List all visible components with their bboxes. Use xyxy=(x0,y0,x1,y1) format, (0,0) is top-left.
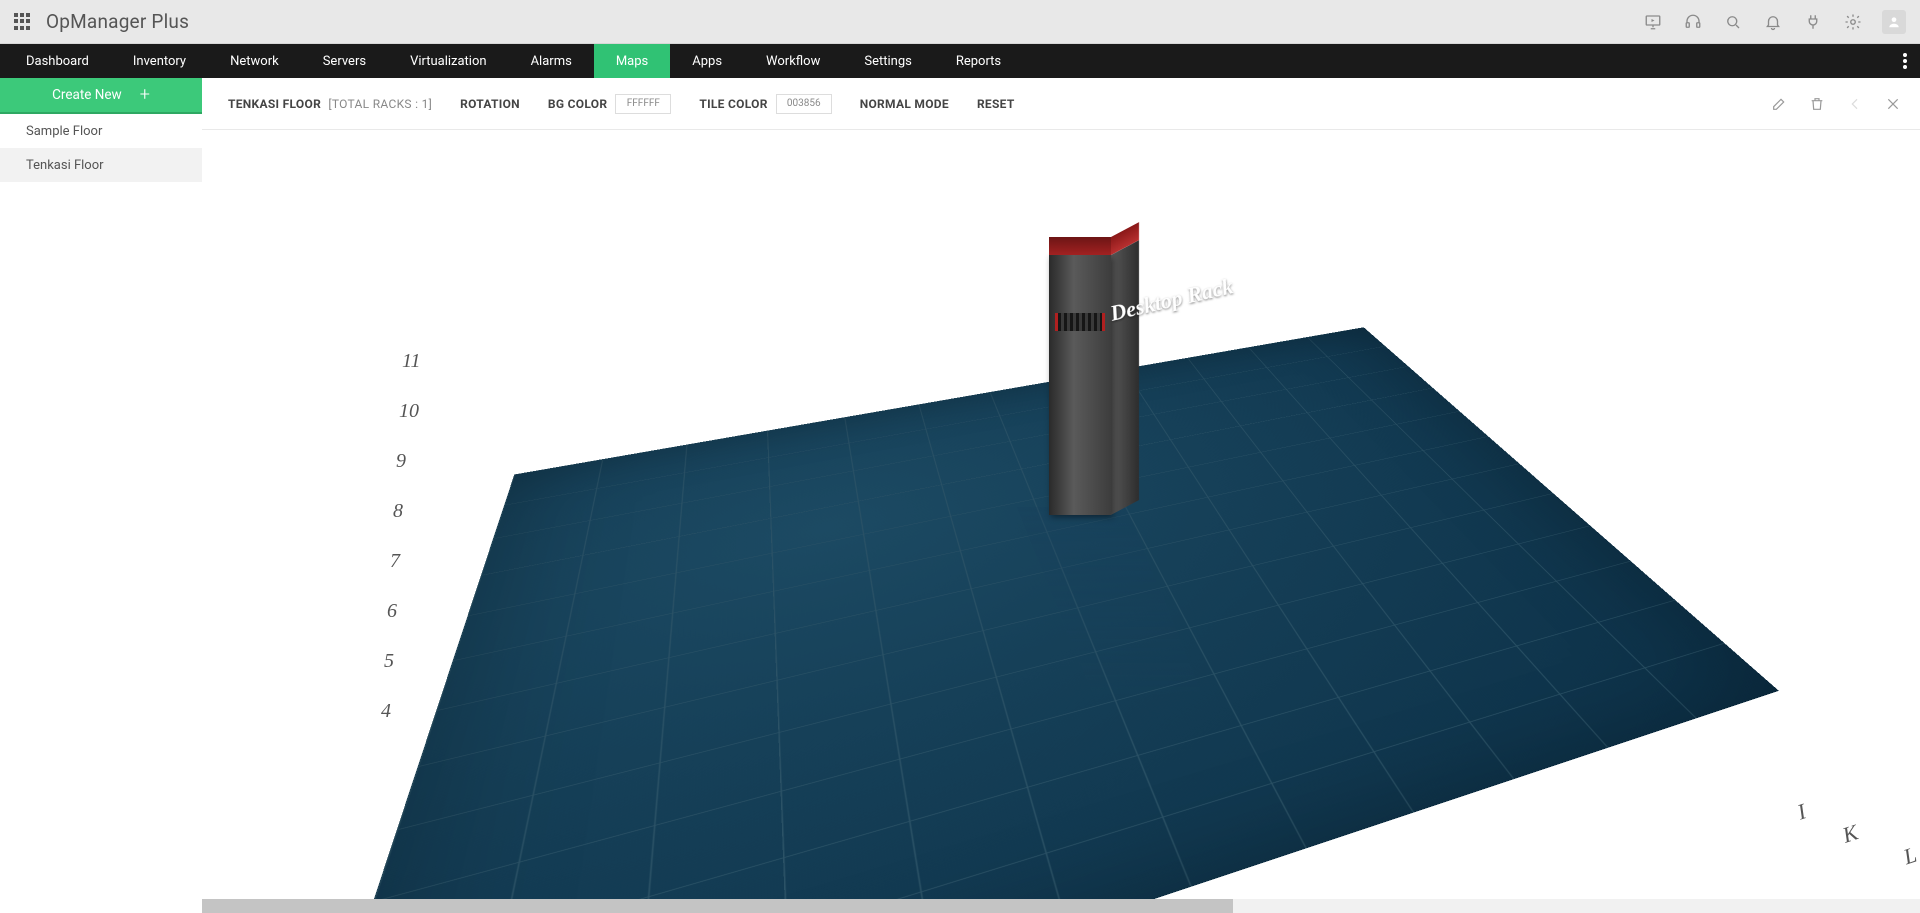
gear-icon[interactable] xyxy=(1842,11,1864,33)
presentation-icon[interactable] xyxy=(1642,11,1664,33)
rotation-button[interactable]: ROTATION xyxy=(460,97,520,111)
bell-icon[interactable] xyxy=(1762,11,1784,33)
search-icon[interactable] xyxy=(1722,11,1744,33)
nav-item-settings[interactable]: Settings xyxy=(842,44,933,78)
bg-color-label: BG COLOR xyxy=(548,97,607,111)
tile-color-label: TILE COLOR xyxy=(699,97,767,111)
nav-item-virtualization[interactable]: Virtualization xyxy=(388,44,509,78)
nav-item-network[interactable]: Network xyxy=(208,44,301,78)
edit-icon[interactable] xyxy=(1770,95,1788,113)
bg-color-input[interactable]: FFFFFF xyxy=(615,94,671,114)
sidebar-item-tenkasi-floor[interactable]: Tenkasi Floor xyxy=(0,148,202,182)
close-icon[interactable] xyxy=(1884,95,1902,113)
nav-item-workflow[interactable]: Workflow xyxy=(744,44,842,78)
nav-item-dashboard[interactable]: Dashboard xyxy=(4,44,111,78)
nav-item-reports[interactable]: Reports xyxy=(934,44,1023,78)
create-new-button[interactable]: Create New + xyxy=(0,78,202,114)
nav-item-apps[interactable]: Apps xyxy=(670,44,744,78)
headset-icon[interactable] xyxy=(1682,11,1704,33)
trash-icon[interactable] xyxy=(1808,95,1826,113)
plug-icon[interactable] xyxy=(1802,11,1824,33)
nav-item-servers[interactable]: Servers xyxy=(301,44,388,78)
reset-button[interactable]: RESET xyxy=(977,97,1015,111)
normal-mode-button[interactable]: NORMAL MODE xyxy=(860,97,949,111)
create-new-label: Create New xyxy=(52,87,122,103)
brand-title: OpManager Plus xyxy=(46,10,189,33)
horizontal-scrollbar[interactable] xyxy=(202,899,1920,913)
floor-title: TENKASI FLOOR [TOTAL RACKS : 1] xyxy=(228,97,432,111)
floor-3d-view[interactable]: Desktop Rack 1110987654 IKL xyxy=(202,130,1920,913)
chevron-left-icon[interactable] xyxy=(1846,95,1864,113)
nav-item-inventory[interactable]: Inventory xyxy=(111,44,208,78)
nav-more-icon[interactable] xyxy=(1890,44,1920,78)
nav-item-alarms[interactable]: Alarms xyxy=(509,44,594,78)
apps-grid-icon[interactable] xyxy=(14,13,32,31)
nav-item-maps[interactable]: Maps xyxy=(594,44,670,78)
rack-desktop-rack[interactable]: Desktop Rack xyxy=(1049,255,1119,535)
floor-grid xyxy=(277,328,1779,913)
user-avatar[interactable] xyxy=(1882,10,1906,34)
tile-color-input[interactable]: 003856 xyxy=(776,94,832,114)
col-axis-labels: IKL xyxy=(1768,843,1916,869)
sidebar-item-sample-floor[interactable]: Sample Floor xyxy=(0,114,202,148)
plus-icon: + xyxy=(140,86,150,104)
